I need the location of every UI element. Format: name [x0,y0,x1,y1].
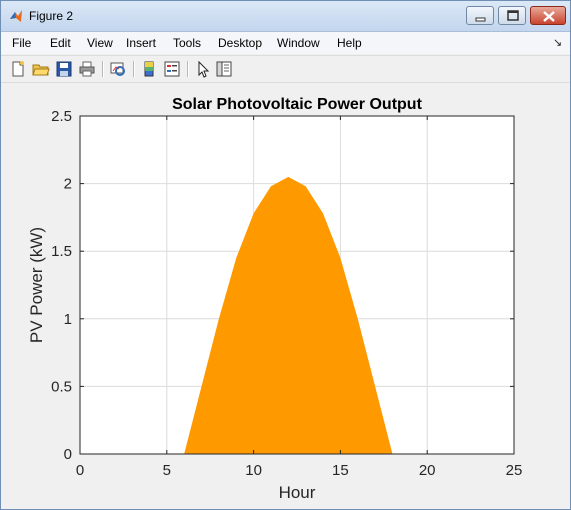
menu-insert[interactable]: Insert [126,36,156,50]
matlab-logo-icon [10,10,22,22]
close-button[interactable] [530,6,566,25]
menu-window[interactable]: Window [277,36,320,50]
y-tick-label: 1 [64,311,72,328]
menu-dock-arrow-icon[interactable]: ↘ [553,36,562,49]
open-file-icon[interactable] [32,60,50,78]
property-inspector-icon[interactable] [215,60,233,78]
menu-file[interactable]: File [12,36,31,50]
y-tick-label: 0 [64,446,72,463]
menu-desktop[interactable]: Desktop [218,36,262,50]
insert-legend-icon[interactable] [163,60,181,78]
figure-canvas: 0 5 10 15 20 25 0 0.5 1 1.5 2 2.5 Solar Photovoltai… [2,83,569,508]
print-icon[interactable] [78,60,96,78]
y-tick-label: 1.5 [51,243,72,260]
maximize-button[interactable] [498,6,526,25]
x-tick-label: 5 [163,462,171,479]
y-tick-label: 2.5 [51,108,72,125]
x-tick-label: 0 [76,462,84,479]
new-figure-icon[interactable] [9,60,27,78]
link-plot-icon[interactable] [109,60,127,78]
menu-view[interactable]: View [87,36,113,50]
y-tick-label: 0.5 [51,378,72,395]
x-tick-label: 25 [506,462,523,479]
minimize-icon [475,17,486,22]
insert-colorbar-icon[interactable] [140,60,158,78]
x-tick-label: 10 [245,462,262,479]
y-axis-label: PV Power (kW) [27,227,46,343]
y-tick-label: 2 [64,176,72,193]
menu-bar: File Edit View Insert Tools Desktop Wind… [1,32,570,54]
window-title: Figure 2 [29,9,74,23]
edit-plot-arrow-icon[interactable] [194,60,212,78]
toolbar-separator [133,61,135,77]
x-axis-label: Hour [279,483,316,502]
save-icon[interactable] [55,60,73,78]
title-bar[interactable]: Figure 2 [1,1,570,32]
close-icon [543,11,555,22]
maximize-icon [507,10,519,21]
minimize-button[interactable] [466,6,494,25]
toolbar-separator [187,61,189,77]
chart-title: Solar Photovoltaic Power Output [172,96,422,113]
menu-help[interactable]: Help [337,36,362,50]
menu-edit[interactable]: Edit [50,36,71,50]
figure-window: Figure 2 File Edit View Insert Tools Des… [0,0,571,510]
x-tick-label: 15 [332,462,349,479]
menu-tools[interactable]: Tools [173,36,201,50]
toolbar-separator [102,61,104,77]
toolbar [1,55,570,83]
x-tick-label: 20 [419,462,436,479]
